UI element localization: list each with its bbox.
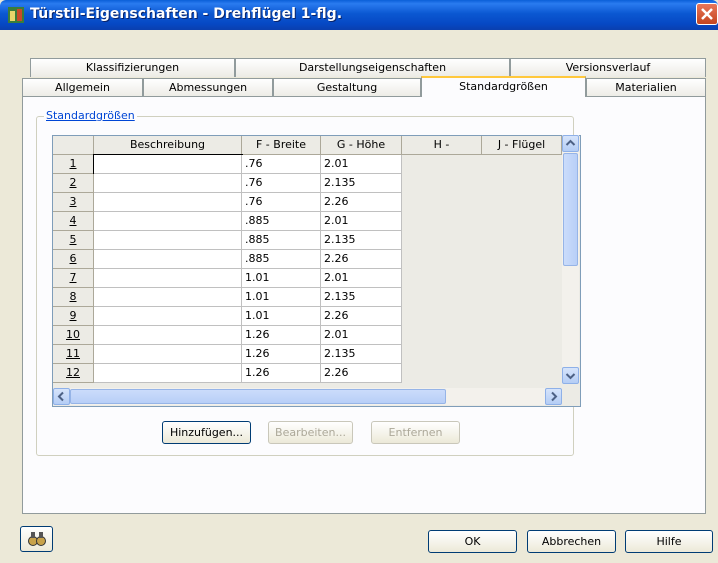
vertical-scroll-thumb[interactable] (563, 153, 578, 266)
row-header[interactable]: 5 (53, 231, 94, 250)
ok-button[interactable]: OK (428, 530, 517, 553)
width-cell[interactable]: .885 (242, 250, 321, 269)
chevron-down-icon (565, 373, 576, 380)
description-cell[interactable] (94, 288, 242, 307)
scroll-left-button[interactable] (53, 388, 70, 405)
height-cell[interactable]: 2.01 (321, 212, 402, 231)
empty-grid-area (402, 155, 562, 406)
width-cell[interactable]: .885 (242, 212, 321, 231)
height-cell[interactable]: 2.135 (321, 288, 402, 307)
height-cell[interactable]: 2.26 (321, 250, 402, 269)
description-cell[interactable] (94, 231, 242, 250)
dialog-window: Türstil-Eigenschaften - Drehflügel 1-flg… (0, 0, 718, 563)
width-cell[interactable]: 1.01 (242, 307, 321, 326)
close-button[interactable] (696, 3, 718, 25)
description-cell[interactable] (94, 193, 242, 212)
description-cell[interactable] (94, 174, 242, 193)
row-header[interactable]: 4 (53, 212, 94, 231)
description-cell[interactable] (94, 250, 242, 269)
description-cell[interactable] (94, 345, 242, 364)
row-header[interactable]: 1 (53, 155, 94, 174)
height-cell[interactable]: 2.135 (321, 345, 402, 364)
description-cell[interactable] (94, 326, 242, 345)
description-cell[interactable] (94, 212, 242, 231)
width-cell[interactable]: 1.26 (242, 345, 321, 364)
horizontal-scroll-thumb[interactable] (70, 389, 446, 404)
tab-standardgroessen[interactable]: Standardgrößen (421, 76, 586, 97)
description-cell[interactable] (94, 269, 242, 288)
tab-abmessungen[interactable]: Abmessungen (143, 78, 273, 97)
height-cell[interactable]: 2.26 (321, 193, 402, 212)
height-cell[interactable]: 2.135 (321, 231, 402, 250)
column-header[interactable]: Beschreibung (94, 136, 242, 155)
close-icon (701, 8, 713, 20)
description-cell[interactable] (93, 154, 243, 175)
row-header[interactable]: 2 (53, 174, 94, 193)
window-title: Türstil-Eigenschaften - Drehflügel 1-flg… (30, 6, 343, 22)
cancel-button[interactable]: Abbrechen (527, 530, 616, 553)
title-bar[interactable]: Türstil-Eigenschaften - Drehflügel 1-flg… (0, 0, 718, 30)
row-header[interactable]: 12 (53, 364, 94, 383)
grid-corner-header (53, 136, 94, 155)
column-header[interactable]: F - Breite (242, 136, 321, 155)
tab-materialien[interactable]: Materialien (586, 78, 706, 97)
column-header[interactable]: H - (402, 136, 482, 155)
row-header[interactable]: 6 (53, 250, 94, 269)
binoculars-icon (27, 532, 46, 546)
edit-button[interactable]: Bearbeiten... (268, 421, 353, 444)
height-cell[interactable]: 2.26 (321, 307, 402, 326)
height-cell[interactable]: 2.01 (321, 269, 402, 288)
width-cell[interactable]: 1.01 (242, 288, 321, 307)
row-header[interactable]: 8 (53, 288, 94, 307)
width-cell[interactable]: .885 (242, 231, 321, 250)
tab-klassifizierungen[interactable]: Klassifizierungen (30, 58, 235, 77)
help-button[interactable]: Hilfe (625, 530, 713, 553)
app-icon (8, 7, 24, 23)
tab-allgemein[interactable]: Allgemein (22, 78, 143, 97)
scroll-down-button[interactable] (562, 367, 579, 384)
add-button[interactable]: Hinzufügen... (162, 421, 251, 444)
width-cell[interactable]: .76 (242, 155, 321, 174)
sizes-grid[interactable]: Beschreibung F - Breite G - Höhe H -J - Flü… (52, 135, 581, 407)
height-cell[interactable]: 2.01 (321, 326, 402, 345)
tab-darstellungseigenschaften[interactable]: Darstellungseigenschaften (235, 58, 510, 77)
description-cell[interactable] (94, 364, 242, 383)
tab-gestaltung[interactable]: Gestaltung (273, 78, 421, 97)
row-header[interactable]: 9 (53, 307, 94, 326)
height-cell[interactable]: 2.01 (321, 155, 402, 174)
chevron-left-icon (57, 391, 64, 402)
remove-button[interactable]: Entfernen (371, 421, 460, 444)
row-header[interactable]: 11 (53, 345, 94, 364)
height-cell[interactable]: 2.26 (321, 364, 402, 383)
tab-versionsverlauf[interactable]: Versionsverlauf (510, 58, 706, 77)
scroll-up-button[interactable] (562, 135, 579, 152)
row-header[interactable]: 7 (53, 269, 94, 288)
width-cell[interactable]: .76 (242, 193, 321, 212)
favorites-button[interactable] (20, 526, 53, 552)
width-cell[interactable]: 1.26 (242, 364, 321, 383)
chevron-up-icon (565, 139, 576, 146)
row-header[interactable]: 10 (53, 326, 94, 345)
scroll-right-button[interactable] (545, 388, 562, 405)
chevron-right-icon (551, 391, 558, 402)
column-header[interactable]: J - Flügel (482, 136, 562, 155)
width-cell[interactable]: 1.01 (242, 269, 321, 288)
column-header[interactable]: G - Höhe (321, 136, 402, 155)
width-cell[interactable]: 1.26 (242, 326, 321, 345)
group-label: Standardgrößen (44, 109, 137, 122)
row-header[interactable]: 3 (53, 193, 94, 212)
description-cell[interactable] (94, 307, 242, 326)
height-cell[interactable]: 2.135 (321, 174, 402, 193)
width-cell[interactable]: .76 (242, 174, 321, 193)
